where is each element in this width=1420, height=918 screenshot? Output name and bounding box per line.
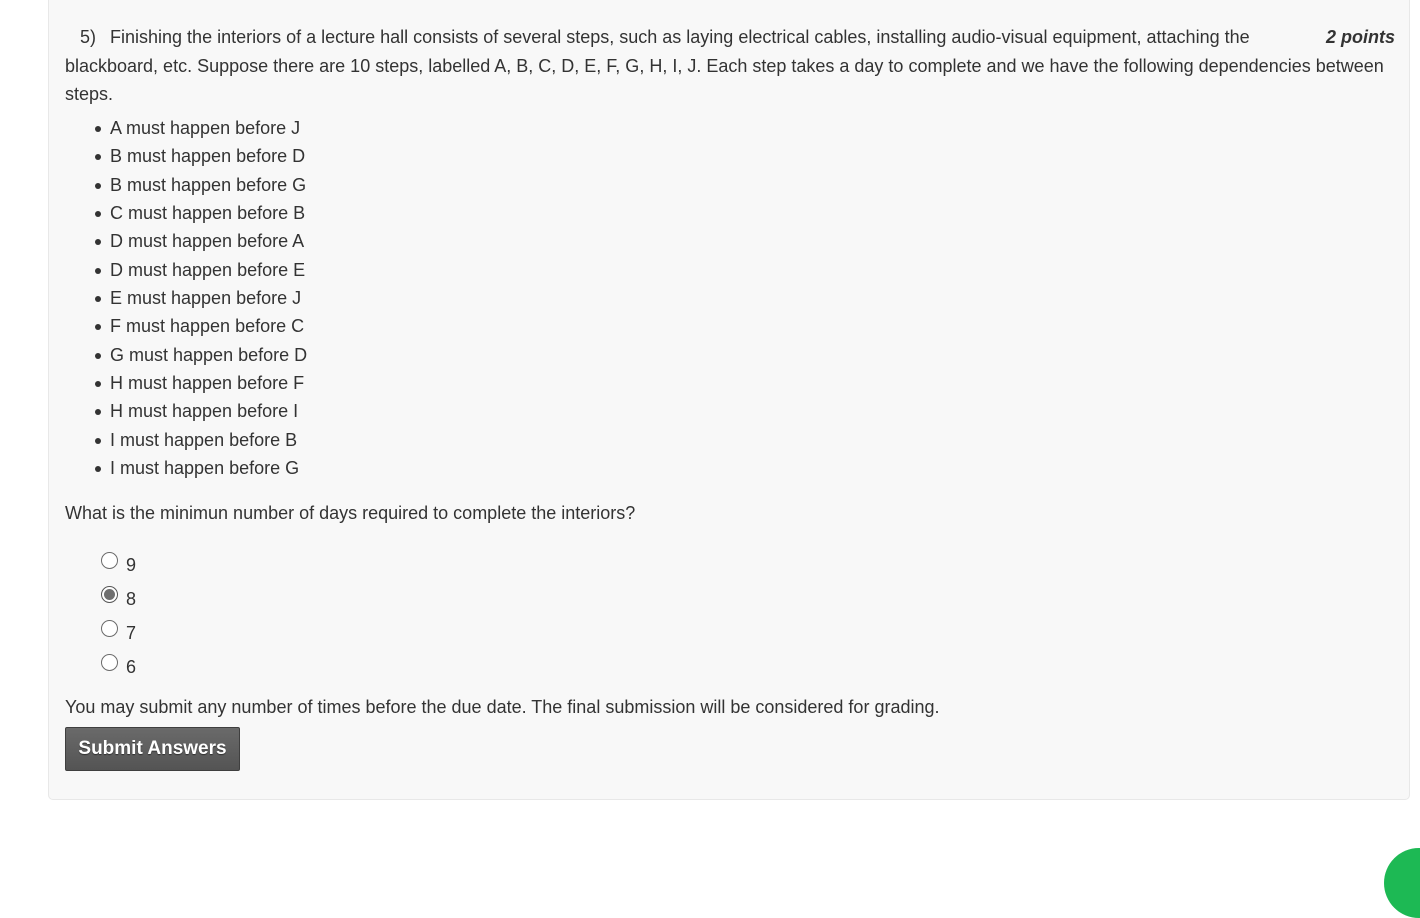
answer-option-label: 6 [126, 656, 137, 677]
dependency-item: C must happen before B [94, 199, 307, 227]
dependency-item: I must happen before B [94, 426, 307, 454]
dependency-item: B must happen before D [94, 142, 307, 170]
dependency-item: B must happen before G [94, 171, 307, 199]
dependency-item: G must happen before D [94, 341, 307, 369]
answer-option-9[interactable]: 9 [101, 545, 136, 579]
answer-option-label: 8 [126, 588, 137, 609]
question-text: 2 points 5) Finishing the interiors of a … [65, 23, 1395, 109]
answer-option-8[interactable]: 8 [101, 579, 136, 613]
submit-answers-button[interactable]: Submit Answers [65, 727, 240, 771]
dependency-item: D must happen before E [94, 256, 307, 284]
floating-action-button[interactable] [1384, 848, 1420, 918]
answer-option-7[interactable]: 7 [101, 613, 136, 647]
submission-note: You may submit any number of times befor… [65, 697, 940, 717]
radio-button[interactable] [101, 551, 118, 569]
dependency-item: D must happen before A [94, 227, 307, 255]
dependency-item: H must happen before I [94, 397, 307, 425]
question-body: Finishing the interiors of a lecture hal… [65, 27, 1384, 104]
radio-button[interactable] [101, 653, 118, 671]
answer-options: 9 8 7 6 [101, 545, 136, 681]
answer-option-6[interactable]: 6 [101, 647, 136, 681]
dependency-item: I must happen before G [94, 454, 307, 482]
radio-button[interactable] [101, 585, 118, 603]
dependency-list: A must happen before JB must happen befo… [94, 114, 307, 482]
question-number: 5) [80, 27, 97, 47]
question-panel: 2 points 5) Finishing the interiors of a … [48, 0, 1410, 800]
dependency-item: H must happen before F [94, 369, 307, 397]
answer-option-label: 9 [126, 554, 137, 575]
radio-button[interactable] [101, 619, 118, 637]
points-label: 2 points [1325, 27, 1395, 47]
question-prompt: What is the minimun number of days requi… [65, 503, 636, 523]
dependency-item: A must happen before J [94, 114, 307, 142]
dependency-item: E must happen before J [94, 284, 307, 312]
dependency-item: F must happen before C [94, 312, 307, 340]
answer-option-label: 7 [126, 622, 137, 643]
